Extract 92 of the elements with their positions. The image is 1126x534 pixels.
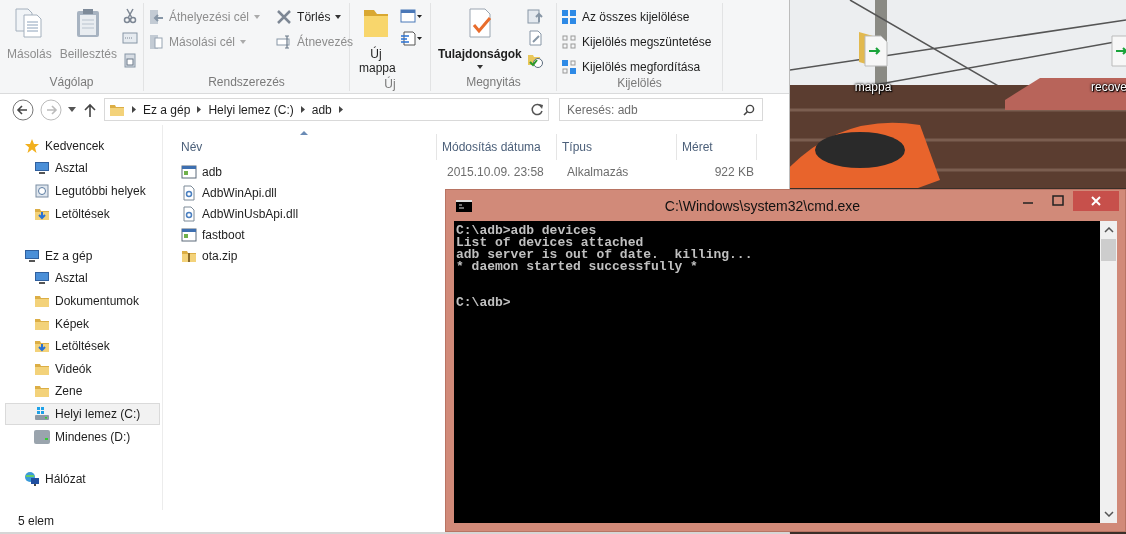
history-icon[interactable]: [526, 52, 543, 68]
sidebar-item[interactable]: Asztal: [5, 157, 160, 180]
settings-file-icon: [181, 205, 197, 222]
chevron-icon[interactable]: [132, 106, 136, 113]
search-icon[interactable]: [743, 104, 755, 116]
breadcrumb[interactable]: Ez a gép: [143, 102, 191, 117]
caret-icon: [254, 14, 261, 19]
rename-icon: [276, 33, 293, 50]
caret-icon: [476, 65, 483, 69]
sidebar-item[interactable]: Ez a gép: [5, 244, 160, 267]
scrollbar[interactable]: [1100, 221, 1117, 523]
scroll-thumb[interactable]: [1101, 239, 1116, 261]
file-name[interactable]: AdbWinUsbApi.dll: [202, 206, 299, 221]
ribbon-button[interactable]: Kijelölés megfordítása: [561, 57, 712, 76]
table-cell-text: 2015.10.09. 23:58: [446, 164, 545, 179]
chevron-icon[interactable]: [197, 106, 202, 113]
file-name[interactable]: AdbWinApi.dll: [202, 185, 277, 200]
recent-icon: [34, 183, 50, 199]
ribbon-button[interactable]: Törlés: [276, 7, 354, 26]
easy-access-icon[interactable]: [400, 30, 422, 46]
grid-icon: [561, 33, 577, 50]
caret-icon: [240, 39, 247, 44]
grid-icon: [561, 8, 577, 25]
scissors-icon[interactable]: [122, 8, 139, 24]
open-icon[interactable]: [526, 8, 543, 24]
sidebar-item[interactable]: Hálózat: [5, 467, 160, 490]
table-cell-text: 922 KB: [713, 164, 755, 179]
back-button[interactable]: [12, 98, 34, 121]
sidebar-item[interactable]: Asztal: [5, 267, 160, 290]
monitor-icon: [34, 270, 50, 287]
move-to-icon: [148, 8, 164, 25]
folder-icon: [34, 383, 50, 400]
scroll-down-icon[interactable]: [1103, 511, 1114, 517]
properties-button[interactable]: Tulajdonságok: [435, 5, 525, 71]
console-icon: [456, 199, 472, 212]
desktop-icon-label[interactable]: recove: [1091, 80, 1126, 94]
application-icon: [181, 163, 197, 180]
refresh-icon[interactable]: [530, 102, 544, 117]
chevron-icon[interactable]: [300, 106, 305, 113]
history-dropdown-icon[interactable]: [68, 107, 76, 112]
column-header[interactable]: Módosítás dátuma: [437, 134, 557, 160]
edit-icon[interactable]: [526, 30, 543, 46]
table-cell-text: Alkalmazás: [566, 164, 630, 179]
group-label: Kijelölés: [616, 76, 663, 91]
new-item-icon[interactable]: [400, 8, 422, 24]
sidebar-item[interactable]: Helyi lemez (C:): [5, 403, 160, 425]
address-bar[interactable]: Ez a gép Helyi lemez (C:) adb: [104, 98, 549, 121]
sidebar-item[interactable]: Zene: [5, 380, 160, 403]
delete-icon: [276, 8, 293, 25]
group-label: Vágólap: [48, 75, 95, 91]
sidebar-item[interactable]: Képek: [5, 312, 160, 335]
search-field[interactable]: Keresés: adb: [559, 98, 763, 121]
sidebar-item[interactable]: Videók: [5, 357, 160, 380]
star-icon: [24, 137, 40, 154]
sidebar-item[interactable]: Letöltések: [5, 202, 160, 225]
status-text: 5 elem: [18, 514, 55, 528]
monitor-icon: [34, 160, 50, 177]
sidebar-item[interactable]: Legutóbbi helyek: [5, 180, 160, 202]
sidebar-item[interactable]: Dokumentumok: [5, 290, 160, 312]
file-name[interactable]: fastboot: [202, 227, 245, 242]
copy-to-icon: [148, 33, 164, 50]
breadcrumb[interactable]: adb: [311, 102, 332, 117]
sidebar-item[interactable]: Mindenes (D:): [5, 425, 160, 448]
up-arrow-icon[interactable]: [84, 102, 96, 117]
settings-file-icon: [181, 184, 197, 201]
console-output: C:\adb>adb devices List of devices attached adb server is out of date. killing... * daemon started successfully * C:\adb>: [455, 222, 754, 312]
ribbon-button[interactable]: Kijelölés megszüntetése: [561, 32, 712, 51]
sidebar-item[interactable]: Letöltések: [5, 335, 160, 357]
grid-icon: [561, 58, 577, 75]
file-name[interactable]: ota.zip: [202, 248, 238, 263]
ribbon-button[interactable]: Az összes kijelölése: [561, 7, 712, 26]
download-icon: [34, 338, 50, 355]
paste-shortcut-icon[interactable]: [122, 52, 139, 68]
column-header[interactable]: Méret: [677, 134, 757, 160]
new-folder-button[interactable]: Új mappa: [354, 5, 398, 77]
file-name[interactable]: adb: [202, 164, 223, 179]
breadcrumb[interactable]: Helyi lemez (C:): [208, 102, 294, 117]
scroll-up-icon[interactable]: [1103, 227, 1114, 233]
group-label: Megnyitás: [465, 75, 522, 91]
application-icon: [181, 226, 197, 243]
sort-arrow-icon: [300, 131, 308, 135]
sidebar-item[interactable]: Kedvencek: [5, 135, 160, 157]
drive-icon: [34, 428, 50, 445]
close-button[interactable]: [1073, 191, 1119, 211]
group-label: Új: [383, 77, 397, 91]
window-title: C:\Windows\system32\cmd.exe: [663, 197, 862, 214]
computer-icon: [24, 247, 40, 264]
group-label: Rendszerezés: [207, 75, 286, 91]
network-icon: [24, 470, 40, 487]
column-header[interactable]: Típus: [557, 134, 677, 160]
caret-icon: [335, 14, 342, 19]
chevron-icon[interactable]: [338, 106, 343, 113]
